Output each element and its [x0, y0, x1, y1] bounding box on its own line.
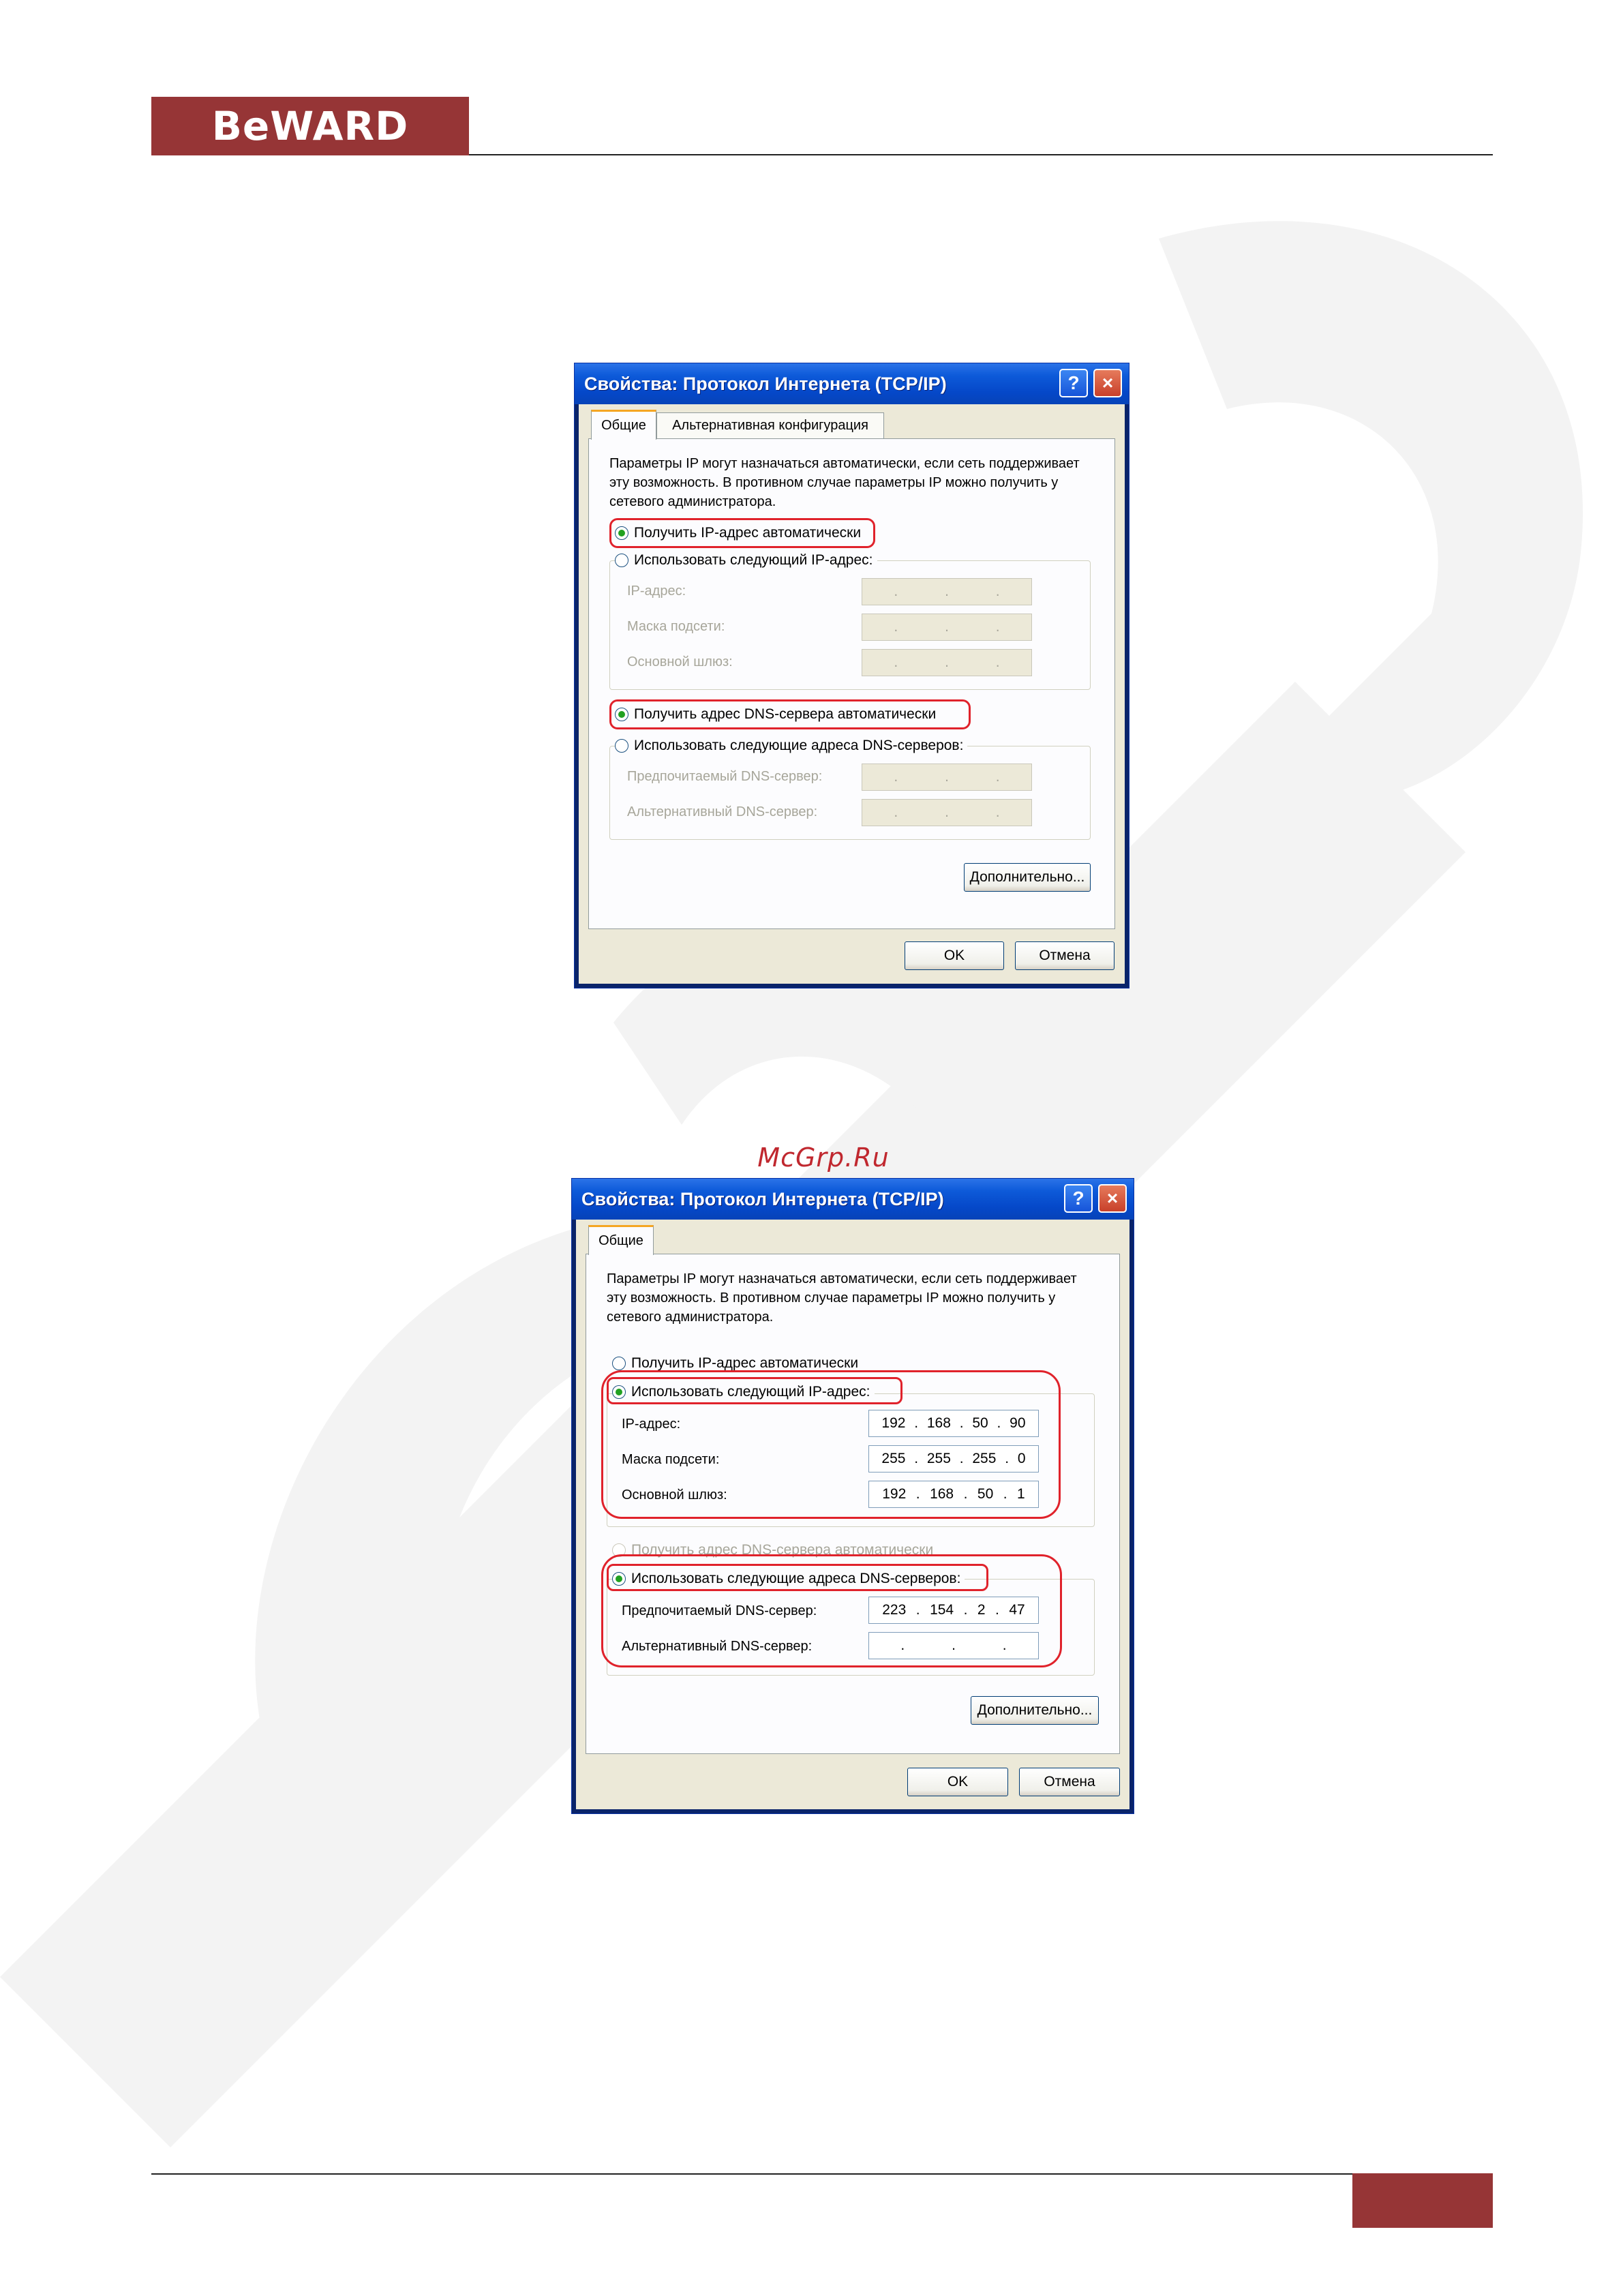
advanced-button[interactable]: Дополнительно...	[971, 1696, 1099, 1725]
footer-page-badge	[1352, 2173, 1493, 2228]
radio-dns-auto-label: Получить адрес DNS-сервера автоматически	[634, 706, 937, 722]
radio-ip-auto-label: Получить IP-адрес автоматически	[634, 525, 862, 541]
radio-ip-auto[interactable]: Получить IP-адрес автоматически	[615, 525, 861, 541]
close-icon[interactable]: ×	[1098, 1184, 1127, 1213]
radio-ip-manual[interactable]: Использовать следующий IP-адрес:	[615, 552, 877, 569]
dns-group	[607, 1579, 1095, 1676]
octet: 0	[1017, 1451, 1026, 1466]
subnet-mask-label: Маска подсети:	[622, 1452, 720, 1467]
radio-dns-manual-label: Использовать следующие адреса DNS-сервер…	[634, 738, 964, 753]
cancel-button[interactable]: Отмена	[1015, 941, 1114, 970]
gateway-label: Основной шлюз:	[622, 1487, 727, 1502]
alternate-dns-label: Альтернативный DNS-сервер:	[622, 1639, 813, 1654]
description-text: Параметры IP могут назначаться автоматич…	[607, 1271, 1077, 1325]
manual-page: BeWARD McGrp.Ru Свойства: Протокол Интер…	[0, 0, 1623, 2296]
alternate-dns-input[interactable]: ...	[868, 1632, 1039, 1659]
gateway-label: Основной шлюз:	[627, 654, 733, 669]
radio-ip-manual[interactable]: Использовать следующий IP-адрес:	[612, 1384, 875, 1400]
beward-logo: BeWARD	[151, 97, 469, 155]
radio-ip-auto-label: Получить IP-адрес автоматически	[631, 1355, 859, 1371]
tcpip-dialog-automatic: Свойства: Протокол Интернета (TCP/IP) ? …	[574, 363, 1129, 988]
octet: 255	[881, 1451, 906, 1466]
dialog-client: Общие Параметры IP могут назначаться авт…	[576, 1220, 1129, 1809]
octet: 50	[972, 1415, 988, 1431]
radio-unselected-icon	[615, 554, 628, 567]
radio-ip-manual-label: Использовать следующий IP-адрес:	[634, 552, 873, 568]
radio-unselected-icon	[615, 739, 628, 753]
radio-selected-icon	[612, 1572, 626, 1586]
subnet-mask-label: Маска подсети:	[627, 619, 725, 634]
octet: 192	[882, 1486, 907, 1502]
preferred-dns-input[interactable]: 223. 154. 2. 47	[868, 1597, 1039, 1624]
title-bar[interactable]: Свойства: Протокол Интернета (TCP/IP) ? …	[572, 1179, 1134, 1220]
ok-button[interactable]: OK	[907, 1768, 1008, 1796]
octet: 50	[977, 1486, 994, 1502]
octet: 47	[1009, 1602, 1025, 1618]
tab-general[interactable]: Общие	[588, 1225, 654, 1255]
radio-disabled-icon	[612, 1543, 626, 1557]
radio-ip-auto[interactable]: Получить IP-адрес автоматически	[612, 1355, 858, 1372]
ip-address-label: IP-адрес:	[622, 1417, 681, 1432]
octet: 1	[1017, 1486, 1025, 1502]
radio-dns-auto-label: Получить адрес DNS-сервера автоматически	[631, 1542, 934, 1558]
ip-address-label: IP-адрес:	[627, 584, 686, 599]
title-bar[interactable]: Свойства: Протокол Интернета (TCP/IP) ? …	[575, 363, 1129, 404]
tab-panel: Параметры IP могут назначаться автоматич…	[588, 438, 1115, 929]
alternate-dns-label: Альтернативный DNS-сервер:	[627, 804, 818, 819]
site-watermark-text: McGrp.Ru	[757, 1143, 890, 1173]
preferred-dns-input[interactable]: ...	[862, 764, 1032, 791]
radio-dns-auto[interactable]: Получить адрес DNS-сервера автоматически	[612, 1542, 933, 1558]
radio-unselected-icon	[612, 1357, 626, 1370]
close-icon[interactable]: ×	[1093, 369, 1122, 397]
octet: 255	[926, 1451, 951, 1466]
radio-ip-manual-label: Использовать следующий IP-адрес:	[631, 1384, 870, 1400]
header-rule	[469, 154, 1493, 155]
footer-rule	[151, 2173, 1352, 2175]
gateway-input[interactable]: ...	[862, 649, 1032, 676]
octet: 192	[881, 1415, 906, 1431]
ip-address-input[interactable]: 192. 168. 50. 90	[868, 1410, 1039, 1437]
octet: 154	[930, 1602, 954, 1618]
octet: 90	[1010, 1415, 1026, 1431]
gateway-input[interactable]: 192. 168. 50. 1	[868, 1481, 1039, 1508]
ip-address-input[interactable]: ...	[862, 578, 1032, 605]
radio-selected-icon	[615, 708, 628, 721]
radio-selected-icon	[612, 1385, 626, 1399]
help-icon[interactable]: ?	[1059, 369, 1088, 397]
subnet-mask-input[interactable]: 255. 255. 255. 0	[868, 1445, 1039, 1472]
cancel-button[interactable]: Отмена	[1019, 1768, 1120, 1796]
description-text: Параметры IP могут назначаться автоматич…	[609, 456, 1080, 509]
radio-dns-manual-label: Использовать следующие адреса DNS-сервер…	[631, 1571, 961, 1586]
window-title: Свойства: Протокол Интернета (TCP/IP)	[584, 373, 947, 394]
tcpip-dialog-manual: Свойства: Протокол Интернета (TCP/IP) ? …	[571, 1178, 1134, 1814]
preferred-dns-label: Предпочитаемый DNS-сервер:	[622, 1603, 817, 1618]
radio-dns-auto[interactable]: Получить адрес DNS-сервера автоматически	[615, 706, 936, 723]
radio-dns-manual[interactable]: Использовать следующие адреса DNS-сервер…	[615, 738, 968, 754]
tab-general[interactable]: Общие	[591, 410, 656, 440]
help-icon[interactable]: ?	[1064, 1184, 1093, 1213]
alternate-dns-input[interactable]: ...	[862, 799, 1032, 826]
tab-panel: Параметры IP могут назначаться автоматич…	[586, 1254, 1120, 1754]
tab-alternate-config[interactable]: Альтернативная конфигурация	[656, 412, 884, 438]
ok-button[interactable]: OK	[905, 941, 1004, 970]
octet: 168	[926, 1415, 951, 1431]
radio-selected-icon	[615, 526, 628, 540]
octet: 255	[972, 1451, 997, 1466]
octet: 168	[930, 1486, 954, 1502]
radio-dns-manual[interactable]: Использовать следующие адреса DNS-сервер…	[612, 1571, 965, 1587]
octet: 2	[977, 1602, 986, 1618]
dialog-client: Общие Альтернативная конфигурация Параме…	[579, 404, 1125, 984]
octet: 223	[882, 1602, 907, 1618]
window-title: Свойства: Протокол Интернета (TCP/IP)	[581, 1188, 944, 1209]
preferred-dns-label: Предпочитаемый DNS-сервер:	[627, 769, 823, 784]
subnet-mask-input[interactable]: ...	[862, 614, 1032, 641]
advanced-button[interactable]: Дополнительно...	[964, 863, 1091, 892]
